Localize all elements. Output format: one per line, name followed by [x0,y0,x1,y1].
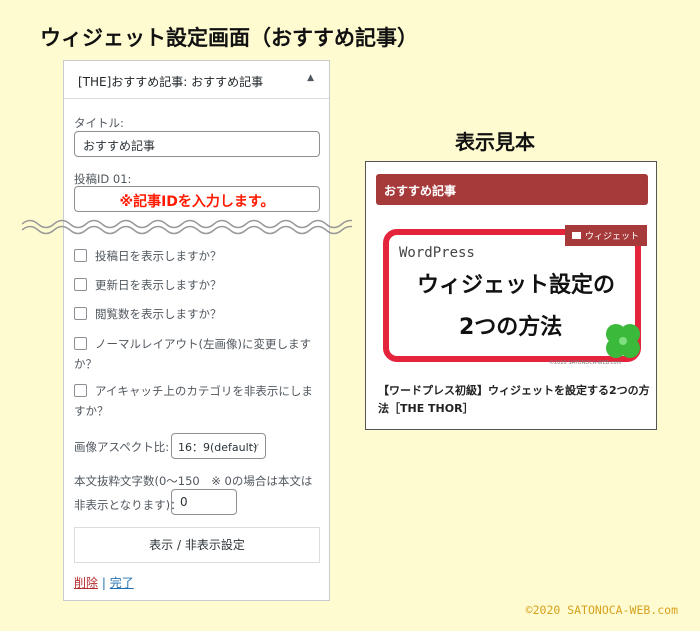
post-id-label: 投稿ID 01: [74,172,132,186]
option-label: 更新日を表示しますか？ [95,278,222,292]
chevron-down-icon: ⌵ [250,438,259,451]
sample-preview: おすすめ記事 WordPress ウィジェット設定の 2つの方法 ©2020 S… [365,161,657,430]
option-label: 閲覧数を表示しますか？ [95,307,222,321]
checkbox[interactable] [74,384,87,397]
widget-actions: 削除 | 完了 [74,574,134,591]
option-normal-layout[interactable]: ノーマルレイアウト(左画像)に変更しますか？ [74,334,324,374]
thumbnail-title-line1: ウィジェット設定の [417,273,616,298]
clover-icon [606,324,640,358]
aspect-select[interactable]: 16：9(default) ⌵ [171,433,266,459]
wave-divider [22,219,352,235]
copyright: ©2020 SATONOCA-WEB.com [525,603,678,617]
thumbnail-subtitle: WordPress [399,245,475,261]
separator: | [101,576,106,590]
triangle-up-icon[interactable]: ▲ [307,73,314,83]
post-title-link[interactable]: 【ワードプレス初級】ウィジェットを設定する2つの方法［THE THOR］ [378,382,650,418]
post-id-input[interactable]: ※記事IDを入力します。 [74,186,320,212]
delete-link[interactable]: 削除 [74,576,98,590]
done-link[interactable]: 完了 [110,576,134,590]
option-label: アイキャッチ上のカテゴリを非表示にしますか？ [74,384,313,418]
category-label: ウィジェット [584,232,639,242]
aspect-label: 画像アスペクト比: [74,440,170,454]
category-tag[interactable]: ウィジェット [564,225,647,246]
page-title: ウィジェット設定画面（おすすめ記事） [40,26,418,50]
folder-icon [571,232,581,239]
widget-header-title: [THE]おすすめ記事: おすすめ記事 [78,75,264,89]
option-label: ノーマルレイアウト(左画像)に変更しますか？ [74,337,311,371]
widget-panel: [THE]おすすめ記事: おすすめ記事 ▲ タイトル: おすすめ記事 投稿ID … [63,60,330,601]
checkbox[interactable] [74,249,87,262]
widget-header[interactable]: [THE]おすすめ記事: おすすめ記事 ▲ [64,61,329,99]
sample-heading: 表示見本 [455,130,535,154]
checkbox[interactable] [74,278,87,291]
title-label: タイトル: [74,116,124,130]
title-input[interactable]: おすすめ記事 [74,131,320,157]
option-show-date[interactable]: 投稿日を表示しますか？ [74,246,324,266]
option-show-views[interactable]: 閲覧数を表示しますか？ [74,304,324,324]
option-label: 投稿日を表示しますか？ [95,249,222,263]
checkbox[interactable] [74,337,87,350]
excerpt-length-input[interactable]: 0 [171,489,237,515]
option-show-updated[interactable]: 更新日を表示しますか？ [74,275,324,295]
post-thumbnail[interactable]: WordPress ウィジェット設定の 2つの方法 ©2020 SATONOCA… [379,217,647,372]
checkbox[interactable] [74,307,87,320]
option-hide-category[interactable]: アイキャッチ上のカテゴリを非表示にしますか？ [74,381,324,421]
toggle-visibility-button[interactable]: 表示 / 非表示設定 [74,527,320,563]
sample-widget-title: おすすめ記事 [376,174,648,205]
thumbnail-title-line2: 2つの方法 [459,315,563,340]
aspect-value: 16：9(default) [178,441,258,454]
